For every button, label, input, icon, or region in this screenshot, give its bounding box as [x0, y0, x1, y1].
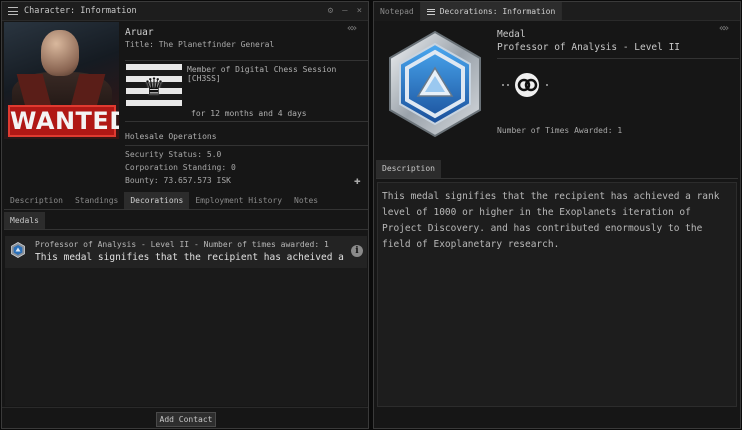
decoration-subtabs: Medals: [4, 212, 368, 230]
medal-row-description: This medal signifies that the recipient …: [35, 252, 350, 263]
wanted-banner: WANTED: [8, 105, 119, 137]
tab-standings[interactable]: Standings: [69, 192, 124, 209]
decorations-window-titlebar[interactable]: Notepad Decorations: Information: [374, 2, 740, 21]
tab-notepad[interactable]: Notepad: [374, 2, 421, 21]
medal-list: Professor of Analysis - Level II - Numbe…: [5, 236, 367, 406]
close-icon[interactable]: ×: [357, 6, 362, 16]
window-menu-icon[interactable]: [8, 7, 18, 15]
add-bounty-icon[interactable]: ✚: [354, 174, 361, 187]
collapse-icon[interactable]: «»: [347, 23, 357, 34]
corporation-membership[interactable]: Member of Digital Chess Session [CH3SS]: [187, 65, 368, 83]
character-tabs: Description Standings Decorations Employ…: [4, 192, 368, 210]
times-awarded: Number of Times Awarded: 1: [497, 126, 623, 135]
corporation-section: ♛ Member of Digital Chess Session [CH3SS…: [125, 60, 368, 122]
tab-notes[interactable]: Notes: [288, 192, 324, 209]
info-icon[interactable]: i: [351, 245, 363, 257]
character-window-titlebar[interactable]: Character: Information ⚙ – ×: [2, 2, 368, 21]
corporation-logo[interactable]: ♛: [126, 64, 182, 106]
medal-icon: [11, 242, 25, 258]
bottom-bar: Add Contact: [2, 407, 368, 428]
tab-employment-history[interactable]: Employment History: [189, 192, 288, 209]
add-contact-button[interactable]: Add Contact: [156, 412, 216, 427]
crown-icon: ♛: [145, 68, 163, 101]
character-info-window: Character: Information ⚙ – × «» WANTED A…: [1, 1, 369, 429]
minimize-icon[interactable]: –: [342, 6, 347, 16]
medal-row-title: Professor of Analysis - Level II - Numbe…: [35, 240, 329, 249]
character-name[interactable]: Aruar: [125, 27, 154, 38]
medal-ribbon-icon: [502, 73, 548, 97]
medal-type: Medal: [497, 29, 526, 40]
character-portrait: WANTED: [4, 22, 119, 139]
medal-description: This medal signifies that the recipient …: [377, 182, 737, 407]
window-title: Character: Information: [24, 6, 137, 16]
medal-name: Professor of Analysis - Level II: [497, 42, 681, 53]
corporation-standing: Corporation Standing: 0: [125, 163, 236, 172]
tab-medals[interactable]: Medals: [4, 212, 45, 229]
corporation-duration: for 12 months and 4 days: [191, 109, 307, 118]
tab-description[interactable]: Description: [4, 192, 69, 209]
decorations-info-window: Notepad Decorations: Information «» Meda…: [373, 1, 741, 429]
list-item[interactable]: Professor of Analysis - Level II - Numbe…: [5, 236, 367, 268]
character-title: Title: The Planetfinder General: [125, 40, 275, 49]
tab-decorations-label: Decorations: Information: [439, 7, 556, 16]
tab-decorations[interactable]: Decorations: [124, 192, 190, 209]
security-status: Security Status: 5.0: [125, 150, 222, 159]
tab-decorations-information[interactable]: Decorations: Information: [420, 2, 563, 21]
bounty: Bounty: 73.657.573 ISK: [125, 176, 231, 185]
tab-description[interactable]: Description: [376, 160, 441, 178]
medal-large-icon: [389, 30, 481, 138]
window-menu-icon[interactable]: [426, 8, 435, 15]
collapse-icon[interactable]: «»: [719, 23, 729, 34]
alliance-name[interactable]: Holesale Operations: [125, 132, 217, 141]
settings-icon[interactable]: ⚙: [328, 6, 333, 16]
